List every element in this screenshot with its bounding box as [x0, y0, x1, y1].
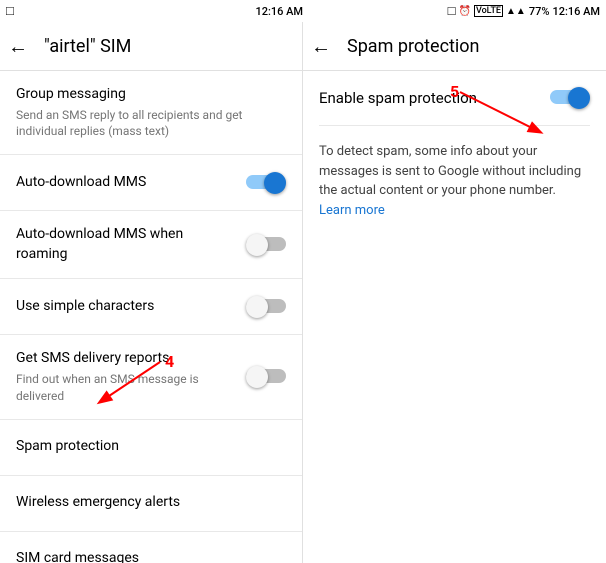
sms-delivery-item[interactable]: Get SMS delivery reports Find out when a… [0, 335, 302, 419]
wireless-emergency-title: Wireless emergency alerts [16, 493, 270, 513]
learn-more-link[interactable]: Learn more [319, 203, 385, 218]
simple-characters-toggle[interactable] [246, 296, 286, 318]
simple-characters-item[interactable]: Use simple characters [0, 279, 302, 335]
enable-spam-label: Enable spam protection [319, 89, 477, 107]
status-time-right: 12:16 AM [552, 5, 600, 18]
right-header: ← Spam protection [303, 22, 606, 70]
simple-characters-title: Use simple characters [16, 297, 230, 317]
left-back-button[interactable]: ← [8, 34, 28, 59]
status-time-left: 12:16 AM [255, 5, 303, 18]
app-icon-right: □ [448, 3, 456, 19]
volte-icon: VoLTE [474, 5, 503, 17]
left-header: ← "airtel" SIM [0, 22, 302, 70]
sms-delivery-title: Get SMS delivery reports [16, 349, 230, 369]
auto-download-roaming-toggle[interactable] [246, 234, 286, 256]
status-bar-top: □ 12:16 AM □ ⏰ VoLTE ▲▲ 77% 12:16 AM [0, 0, 606, 22]
sms-delivery-subtitle: Find out when an SMS message is delivere… [16, 371, 230, 405]
sim-card-title: SIM card messages [16, 549, 270, 563]
sim-card-item[interactable]: SIM card messages [0, 532, 302, 563]
alarm-icon: ⏰ [459, 6, 471, 17]
enable-spam-toggle[interactable] [550, 87, 590, 109]
spam-content: Enable spam protection To detect spam, s… [303, 71, 606, 236]
right-back-button[interactable]: ← [311, 34, 331, 59]
left-panel: ← "airtel" SIM Group messaging Send an S… [0, 22, 303, 563]
group-messaging-title: Group messaging [16, 85, 270, 105]
right-panel: ← Spam protection Enable spam protection… [303, 22, 606, 563]
enable-spam-row[interactable]: Enable spam protection [319, 71, 590, 126]
spam-description: To detect spam, some info about your mes… [319, 126, 590, 236]
auto-download-mms-item[interactable]: Auto-download MMS [0, 155, 302, 211]
app-icon-left: □ [6, 3, 14, 19]
spam-protection-title: Spam protection [16, 437, 270, 457]
battery-text: 77% [529, 5, 550, 18]
auto-download-mms-title: Auto-download MMS [16, 173, 230, 193]
auto-download-mms-toggle[interactable] [246, 172, 286, 194]
group-messaging-subtitle: Send an SMS reply to all recipients and … [16, 107, 270, 141]
spam-protection-item[interactable]: Spam protection [0, 420, 302, 476]
sms-delivery-toggle[interactable] [246, 366, 286, 388]
left-panel-title: "airtel" SIM [44, 36, 131, 57]
auto-download-roaming-title: Auto-download MMS when roaming [16, 225, 230, 264]
wireless-emergency-item[interactable]: Wireless emergency alerts [0, 476, 302, 532]
auto-download-roaming-item[interactable]: Auto-download MMS when roaming [0, 211, 302, 279]
signal-icon: ▲▲ [506, 6, 526, 17]
settings-list: Group messaging Send an SMS reply to all… [0, 71, 302, 563]
right-panel-title: Spam protection [347, 36, 479, 57]
group-messaging-item[interactable]: Group messaging Send an SMS reply to all… [0, 71, 302, 155]
